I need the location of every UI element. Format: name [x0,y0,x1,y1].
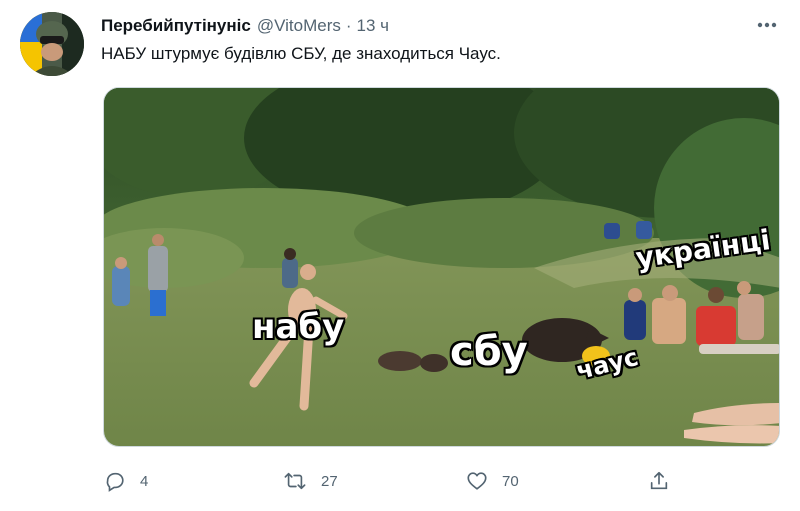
like-count: 70 [502,472,519,490]
avatar-image [20,12,84,76]
avatar[interactable] [20,12,84,76]
more-options-button[interactable] [752,12,782,38]
tweet-actions: 4 27 70 [0,467,800,495]
retweet-button[interactable]: 27 [283,467,338,495]
share-button[interactable] [648,467,670,495]
tweet-media[interactable]: набу сбу українці чаус [103,87,780,447]
author-handle[interactable]: @VitoMers [257,16,341,36]
reply-count: 4 [140,472,149,490]
caption-sbu: сбу [450,329,528,375]
more-horizontal-icon [757,22,777,28]
tweet-timestamp[interactable]: 13 ч [357,16,390,36]
header-separator: · [345,16,352,35]
tweet-header: Перебийпутінуніс @VitoMers · 13 ч [101,14,710,38]
share-icon [650,471,668,490]
retweet-icon [284,472,306,490]
like-button[interactable]: 70 [466,467,519,495]
reply-button[interactable]: 4 [104,467,148,495]
author-name[interactable]: Перебийпутінуніс [101,16,251,36]
heart-icon [467,472,487,490]
caption-nabu: набу [252,307,345,347]
tweet-text: НАБУ штурмує будівлю СБУ, де знаходиться… [101,44,501,63]
reply-icon [106,472,124,492]
retweet-count: 27 [321,472,338,490]
